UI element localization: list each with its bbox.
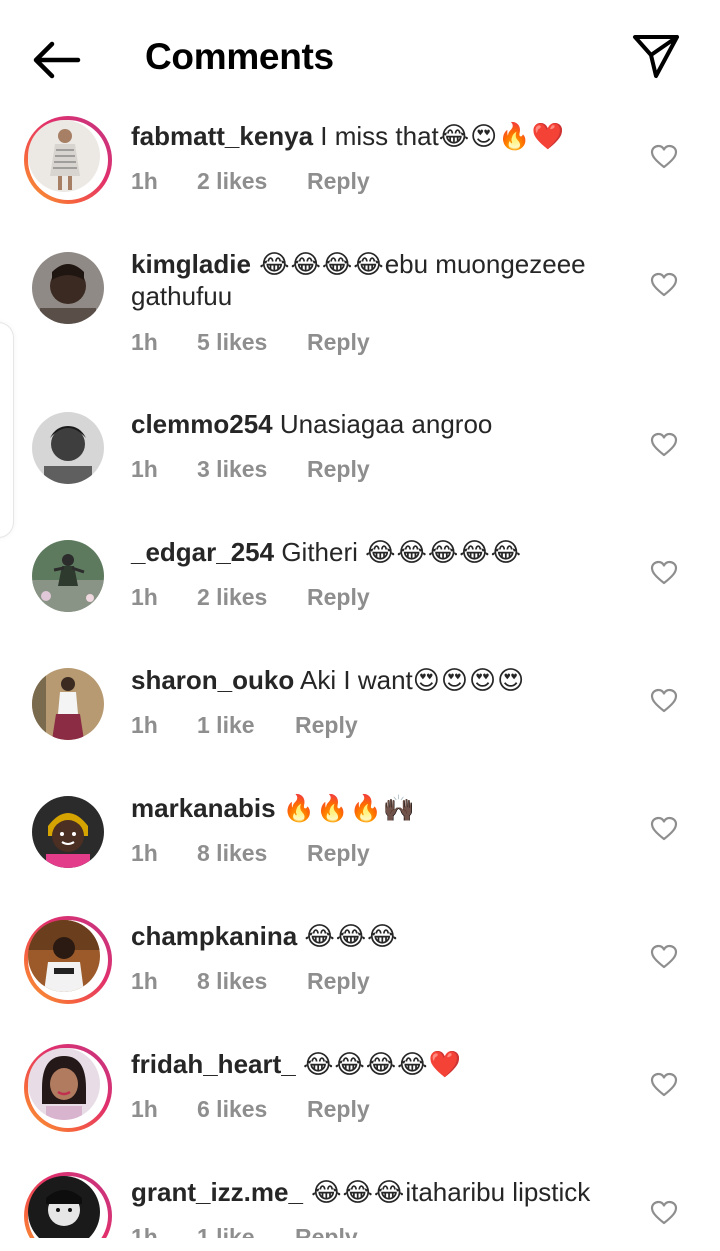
comment-text: grant_izz.me_ 😂😂😂itaharibu lipstick [131,1176,631,1208]
like-button[interactable] [650,432,678,458]
comment-username[interactable]: champkanina [131,921,297,951]
comment-body [276,793,283,823]
avatar[interactable] [24,1172,112,1238]
comment-text: _edgar_254 Githeri 😂😂😂😂😂 [131,536,631,568]
reply-button[interactable]: Reply [307,1096,370,1123]
comment-likes[interactable]: 8 likes [197,968,267,995]
comment-emoji: 😂😂😂😂 [250,249,385,279]
like-button[interactable] [650,1200,678,1226]
arrow-left-icon [33,41,81,79]
comment-username[interactable]: sharon_ouko [131,665,294,695]
header: Comments [0,0,720,112]
comment-emoji: 😂😂😂😂❤️ [302,1049,462,1079]
comment-username[interactable]: fabmatt_kenya [131,121,313,151]
side-drawer-handle[interactable] [0,322,14,538]
comment-username[interactable]: _edgar_254 [131,537,274,567]
page-title: Comments [145,36,334,77]
avatar[interactable] [24,916,112,1004]
heart-icon [650,688,678,713]
heart-icon [650,432,678,457]
reply-button[interactable]: Reply [307,584,370,611]
comment-emoji: 😂😍🔥❤️ [438,121,566,151]
comment-emoji: 🔥🔥🔥🙌🏿 [282,793,417,823]
comment-text: fridah_heart_ 😂😂😂😂❤️ [131,1048,631,1080]
paper-plane-icon [633,35,679,78]
comment-time: 1h [131,840,158,866]
avatar[interactable] [24,1044,112,1132]
comment-likes[interactable]: 2 likes [197,168,267,195]
comment-emoji: 😂😂😂 [302,1177,406,1207]
comment-username[interactable]: grant_izz.me_ [131,1177,303,1207]
comment-text: champkanina 😂😂😂 [131,920,631,952]
comment-time: 1h [131,168,158,194]
comment-body: Githeri [274,537,366,567]
heart-icon [650,1072,678,1097]
comment-username[interactable]: clemmo254 [131,409,273,439]
comment-body [296,1049,303,1079]
comment-text: clemmo254 Unasiagaa angroo [131,408,631,440]
like-button[interactable] [650,688,678,714]
comment-time: 1h [131,968,158,994]
avatar[interactable] [24,244,112,332]
comment-time: 1h [131,329,158,355]
comment-text: kimgladie 😂😂😂😂ebu muongezeee gathufuu [131,248,631,312]
avatar[interactable] [24,404,112,492]
avatar[interactable] [24,660,112,748]
comment-username[interactable]: markanabis [131,793,276,823]
share-button[interactable] [630,32,682,80]
heart-icon [650,816,678,841]
comment-likes[interactable]: 6 likes [197,1096,267,1123]
reply-button[interactable]: Reply [295,712,358,739]
comment-time: 1h [131,712,158,738]
comment-time: 1h [131,584,158,610]
heart-icon [650,1200,678,1225]
comment-body: Unasiagaa angroo [272,409,493,439]
reply-button[interactable]: Reply [307,456,370,483]
back-button[interactable] [30,38,82,82]
comment-likes[interactable]: 1 like [197,712,255,739]
like-button[interactable] [650,816,678,842]
reply-button[interactable]: Reply [307,168,370,195]
reply-button[interactable]: Reply [307,840,370,867]
comment-emoji: 😂😂😂😂😂 [365,537,523,567]
avatar[interactable] [24,788,112,876]
comment-emoji: 😍😍😍😍 [412,665,526,695]
comment-body: Aki I want [294,665,413,695]
like-button[interactable] [650,944,678,970]
comment-likes[interactable]: 8 likes [197,840,267,867]
reply-button[interactable]: Reply [295,1224,358,1238]
comment-username[interactable]: kimgladie [131,249,251,279]
comment-username[interactable]: fridah_heart_ [131,1049,296,1079]
comment-time: 1h [131,1096,158,1122]
avatar[interactable] [24,116,112,204]
reply-button[interactable]: Reply [307,329,370,356]
comment-likes[interactable]: 1 like [197,1224,255,1238]
like-button[interactable] [650,1072,678,1098]
avatar[interactable] [24,532,112,620]
comment-text: markanabis 🔥🔥🔥🙌🏿 [131,792,631,824]
like-button[interactable] [650,272,678,298]
heart-icon [650,944,678,969]
comment-likes[interactable]: 5 likes [197,329,267,356]
heart-icon [650,272,678,297]
bottom-edge [0,1238,720,1251]
heart-icon [650,560,678,585]
like-button[interactable] [650,560,678,586]
comment-time: 1h [131,456,158,482]
comment-text: fabmatt_kenya I miss that😂😍🔥❤️ [131,120,631,152]
comment-text: sharon_ouko Aki I want😍😍😍😍 [131,664,631,696]
like-button[interactable] [650,144,678,170]
reply-button[interactable]: Reply [307,968,370,995]
comment-emoji: 😂😂😂 [304,921,399,951]
comment-body: I miss that [313,121,439,151]
comment-likes[interactable]: 2 likes [197,584,267,611]
comment-item: grant_izz.me_ 😂😂😂itaharibu lipstick 1h 1… [0,1168,720,1238]
heart-icon [650,144,678,169]
comment-body: itaharibu lipstick [405,1177,591,1207]
comment-likes[interactable]: 3 likes [197,456,267,483]
comment-time: 1h [131,1224,158,1238]
